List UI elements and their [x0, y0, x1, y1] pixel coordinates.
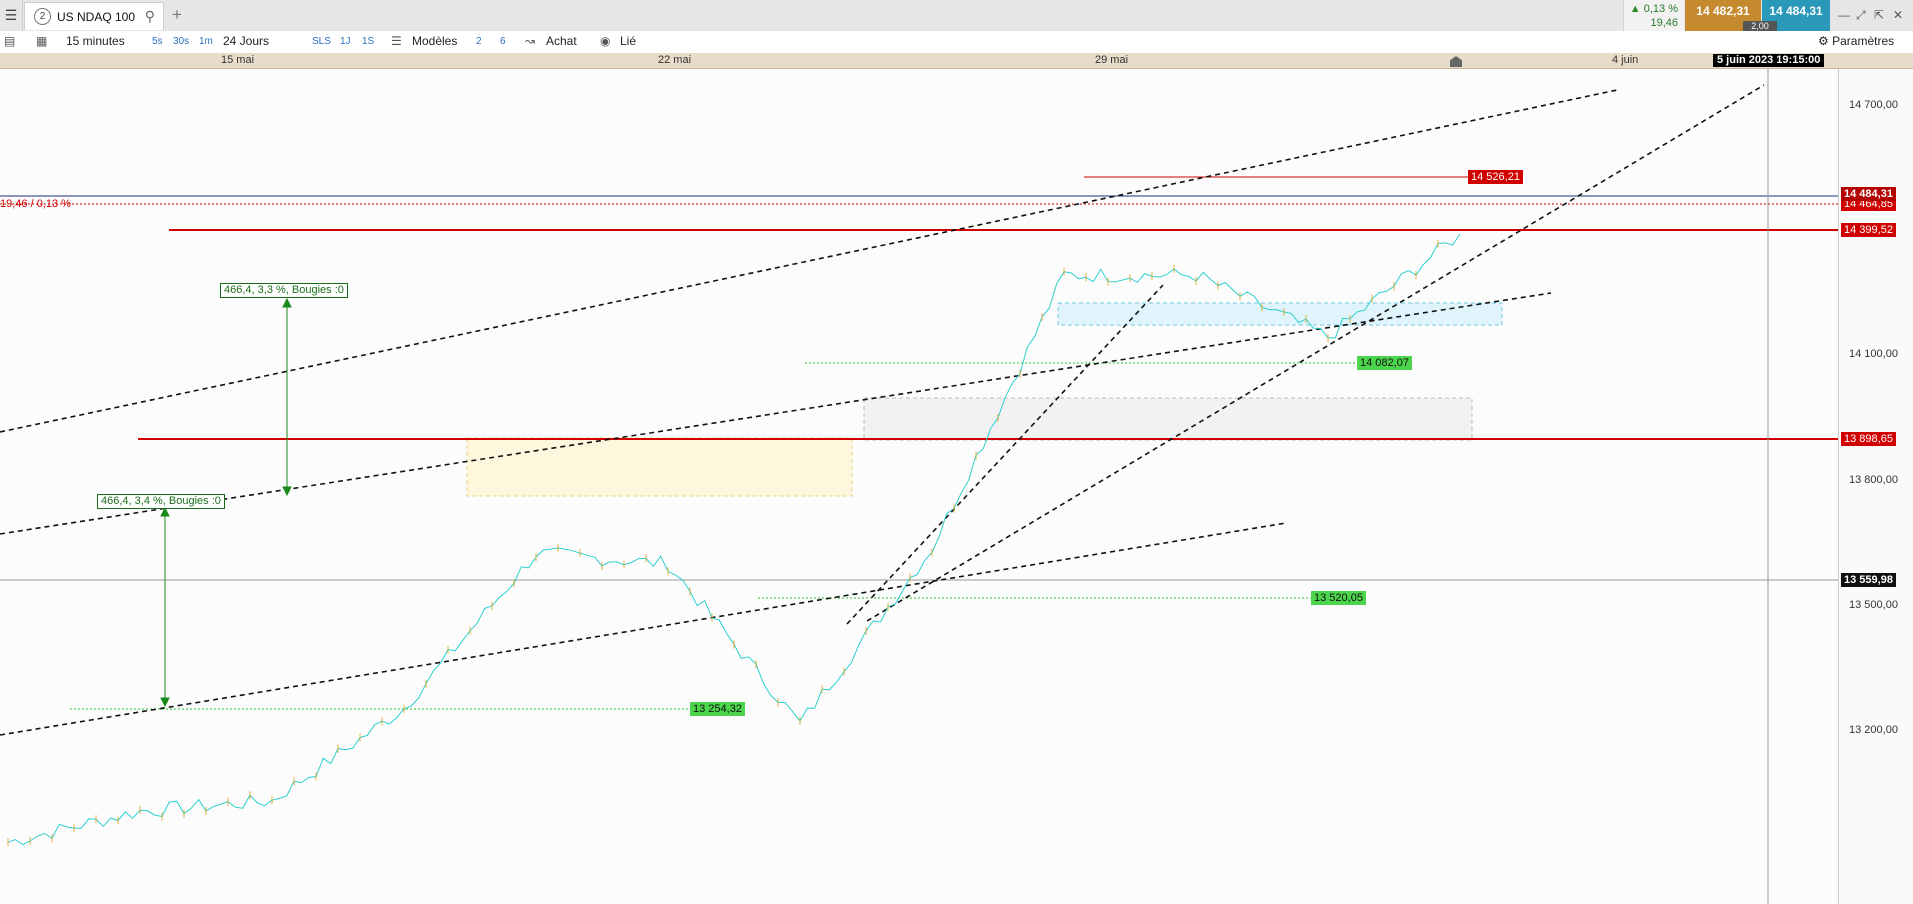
- change-percent: 0,13 %: [1643, 3, 1678, 15]
- trend-line: [0, 522, 1287, 736]
- detach-icon[interactable]: ⇱: [1874, 8, 1884, 22]
- price-label: 14 100,00: [1849, 348, 1898, 360]
- price-label: 14 700,00: [1849, 99, 1898, 111]
- timeframe-select[interactable]: 15 minutes: [66, 34, 125, 48]
- price-label: 13 800,00: [1849, 474, 1898, 486]
- measure-label[interactable]: 466,4, 3,4 %, Bougies :0: [97, 494, 225, 509]
- linked-button[interactable]: Lié: [620, 34, 636, 48]
- settings-label: Paramètres: [1832, 34, 1895, 48]
- price-series: [7, 233, 1461, 846]
- cursor-date-label: 5 juin 2023 19:15:00: [1713, 54, 1825, 67]
- menu-icon[interactable]: ☰: [0, 0, 23, 31]
- trend-line: [846, 284, 1164, 625]
- templates-button[interactable]: Modèles: [412, 34, 457, 48]
- bid-price: 14 482,31: [1696, 4, 1750, 18]
- change-absolute: 19,46: [1650, 17, 1678, 29]
- price-change: ▲ 0,13 % 19,46: [1623, 0, 1684, 33]
- level-price-tag: 14 399,52: [1841, 223, 1896, 237]
- eye-icon: ◉: [600, 34, 611, 48]
- minimize-icon[interactable]: —: [1838, 8, 1850, 22]
- price-change-label: 19,46 / 0,13 %: [0, 198, 71, 210]
- layout-6-button[interactable]: 6: [500, 36, 506, 47]
- current-price-tag: 14 484,31: [1841, 187, 1896, 201]
- level-tag-14082[interactable]: 14 082,07: [1357, 356, 1412, 370]
- buy-mode-button[interactable]: Achat: [546, 34, 577, 48]
- level-tag-13254[interactable]: 13 254,32: [690, 702, 745, 716]
- search-icon[interactable]: ⚲: [145, 8, 155, 25]
- date-label: 29 mai: [1095, 54, 1129, 66]
- trend-line: [0, 89, 1618, 433]
- trend-line: [866, 84, 1765, 622]
- settings-button[interactable]: ⚙ Paramètres: [1818, 34, 1894, 48]
- mode-sls[interactable]: SLS: [312, 36, 331, 47]
- price-label: 13 500,00: [1849, 599, 1898, 611]
- instrument-name: US NDAQ 100: [57, 9, 136, 24]
- tab-number-badge: 2: [34, 8, 51, 25]
- layout-icon[interactable]: ▦: [36, 34, 47, 48]
- ask-price: 14 484,31: [1769, 4, 1823, 18]
- level-tag-13520[interactable]: 13 520,05: [1311, 591, 1366, 605]
- interval-1m[interactable]: 1m: [199, 36, 213, 47]
- mode-1s[interactable]: 1S: [362, 36, 374, 47]
- templates-icon: ☰: [391, 34, 402, 48]
- level-price-tag: 13 898,65: [1841, 432, 1896, 446]
- add-tab-button[interactable]: +: [172, 5, 182, 25]
- chart-canvas: [0, 69, 1838, 904]
- cursor-price-tag: 13 559,98: [1841, 573, 1896, 587]
- interval-30s[interactable]: 30s: [173, 36, 189, 47]
- measure-label[interactable]: 466,4, 3,3 %, Bougies :0: [220, 283, 348, 298]
- date-label: 15 mai: [221, 54, 255, 66]
- date-label: 4 juin: [1612, 54, 1639, 66]
- arrow-up-icon: ▲: [1629, 3, 1641, 15]
- date-axis: 15 mai 22 mai 29 mai 4 juin 5 juin 2023 …: [0, 53, 1913, 69]
- price-axis[interactable]: 14 700,00 14 100,00 13 800,00 13 500,00 …: [1838, 69, 1913, 904]
- close-icon[interactable]: ✕: [1893, 8, 1903, 22]
- expand-icon[interactable]: ⤢: [1856, 8, 1866, 23]
- layout-2-button[interactable]: 2: [476, 36, 482, 47]
- interval-5s[interactable]: 5s: [152, 36, 163, 47]
- price-label: 13 200,00: [1849, 724, 1898, 736]
- zone-rectangle: [1057, 302, 1503, 326]
- list-icon[interactable]: ▤: [4, 34, 15, 48]
- instrument-tab[interactable]: 2 US NDAQ 100 ⚲: [24, 2, 164, 30]
- level-tag-14526[interactable]: 14 526,21: [1468, 170, 1523, 184]
- price-series-wicks: [7, 239, 1439, 847]
- chart-toolbar: ▤ ▦ 15 minutes 5s 30s 1m 24 Jours SLS 1J…: [0, 31, 1913, 54]
- gear-icon: ⚙: [1818, 34, 1829, 48]
- chart-type-icon: ↝: [525, 34, 536, 48]
- zone-rectangle: [466, 437, 853, 497]
- chart-area[interactable]: 19,46 / 0,13 % 14 526,21 14 082,07 13 52…: [0, 56, 1838, 904]
- top-bar: ☰ 2 US NDAQ 100 ⚲ + ▲ 0,13 % 19,46 14 48…: [0, 0, 1913, 33]
- zone-rectangle: [863, 397, 1473, 441]
- period-select[interactable]: 24 Jours: [223, 34, 269, 48]
- date-label: 22 mai: [658, 54, 692, 66]
- mode-1j[interactable]: 1J: [340, 36, 351, 47]
